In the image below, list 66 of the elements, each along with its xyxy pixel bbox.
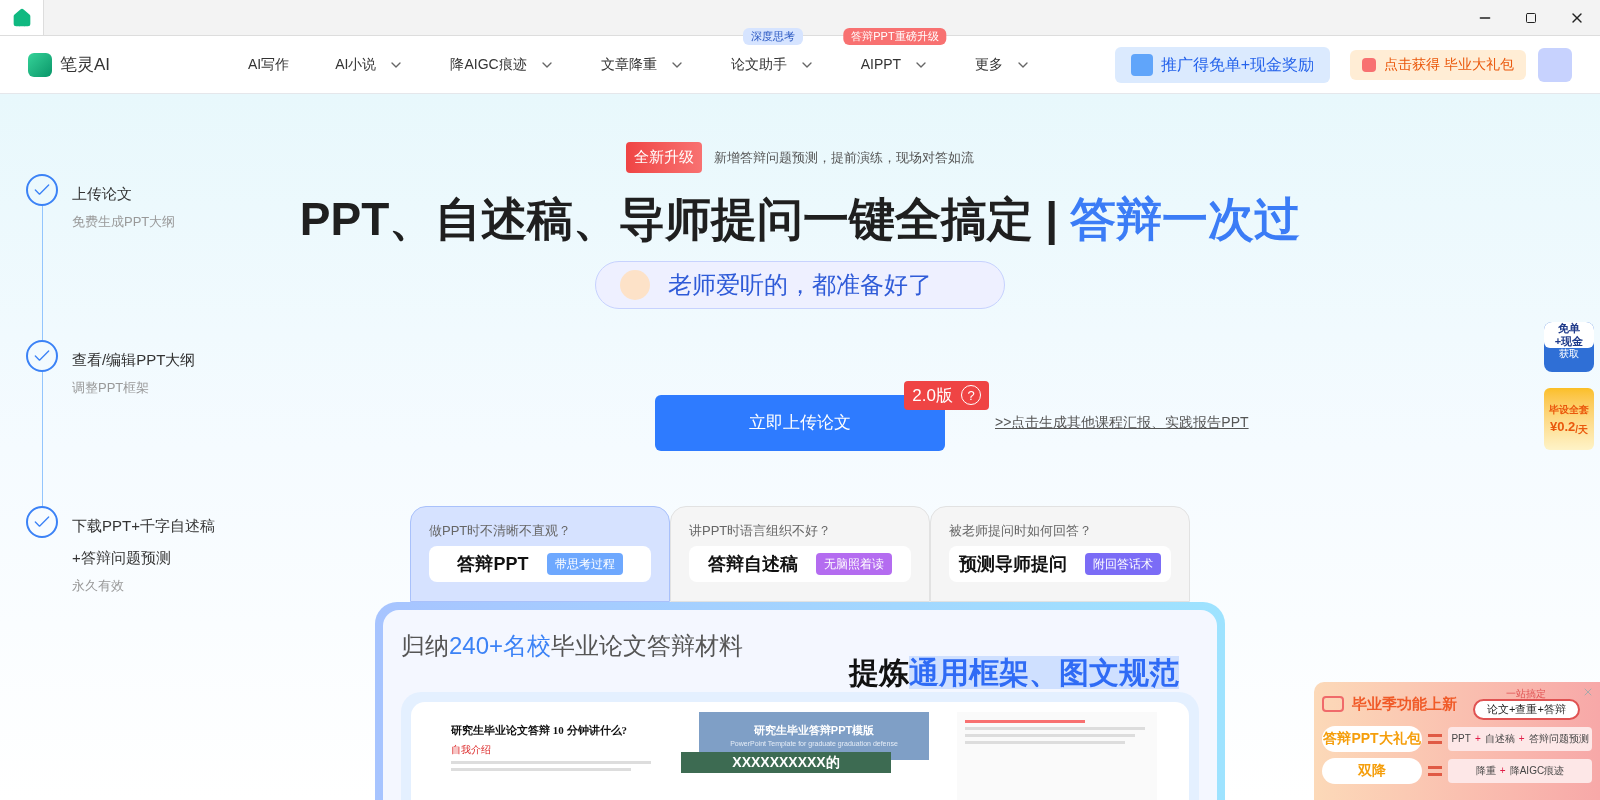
step-subtitle: 免费生成PPT大纲 [72,213,176,231]
feature-tab[interactable]: 被老师提问时如何回答？ 预测导师提问 附回答话术 [930,505,1190,602]
nav-item[interactable]: 论文助手 [730,54,815,75]
nav-item[interactable]: AI小说 [335,54,405,75]
widget-text: 免单 [1558,322,1580,335]
tab-question: 讲PPT时语言组织不好？ [689,521,833,540]
course-report-link[interactable]: >>点击生成其他课程汇报、实践报告PPT [995,412,1360,433]
heading-text: 通用框架、图文规范 [909,655,1179,689]
maximize-icon[interactable] [1525,11,1537,24]
version-badge: 2.0版 ? [904,380,989,410]
tab-tag: 无脑照着读 [816,553,892,575]
tab-title: 答辩自述稿 [708,552,798,576]
step-title: 上传论文 [72,184,133,204]
tab-title: 预测导师提问 [959,552,1067,576]
widget-text: 获取 [1559,348,1579,360]
tab-tag: 附回答话术 [1085,553,1161,575]
tab-title: 答辩PPT [457,552,529,576]
slogan-pill: 老师爱听的，都准备好了 [595,260,1005,309]
logo-text: 笔灵AI [60,53,111,76]
nav-badge: 深度思考 [742,28,803,45]
popup-combo: 论文+查重+答辩 [1473,699,1580,720]
doc-section: 自我介绍 [451,742,671,757]
equals-icon [1428,733,1442,744]
nav-badge: 答辩PPT重磅升级 [843,28,947,45]
headline-divider: | [1045,191,1059,247]
step-subtitle: 永久有效 [72,577,125,595]
heading-text: 归纳 [401,631,449,659]
doc-title: 研究生毕业论文答辩 10 分钟讲什么? [451,722,628,738]
nav-item[interactable]: 更多 [975,54,1032,75]
slide-banner: XXXXXXXXXX的 [681,751,891,773]
nav-item[interactable]: AIPPT [860,54,930,75]
feature-tab[interactable]: 讲PPT时语言组织不好？ 答辩自述稿 无脑照着读 [670,505,930,602]
logo-icon [28,52,52,77]
slide-title: 研究生毕业答辩PPT模版 [753,723,875,738]
step-title: +答辩问题预测 [72,548,172,568]
popup-tag: 双降 [1322,757,1422,784]
equals-icon [1428,765,1442,776]
tab-question: 被老师提问时如何回答？ [949,521,1093,540]
heading-text: 提炼 [849,655,909,689]
popup-tag: 答辩PPT大礼包 [1322,725,1422,752]
heading-text: 毕业论文答辩材料 [551,631,744,659]
widget-unit: /天 [1575,423,1589,437]
tab-tag: 带思考过程 [546,553,623,575]
upgrade-note: 新增答辩问题预测，提前演练，现场对答如流 [714,148,974,167]
step-title: 查看/编辑PPT大纲 [72,350,196,370]
widget-price: ¥0.2 [1549,418,1576,436]
nav-item[interactable]: 降AIGC痕迹 [450,54,555,75]
home-icon [11,7,32,28]
nav-item[interactable]: AI写作 [248,54,290,75]
popup-formula: 降重 + 降AIGC痕迹 [1448,758,1592,783]
home-tab[interactable] [0,0,44,35]
headline: PPT、自述稿、导师提问一键全搞定 [299,191,1034,247]
popup-formula: PPT + 自述稿 + 答辩问题预测 [1448,726,1592,751]
step-subtitle: 调整PPT框架 [72,379,151,397]
feature-tab[interactable]: 做PPT时不清晰不直观？ 答辩PPT 带思考过程 [410,505,670,602]
nav-item[interactable]: 文章降重 [600,54,685,75]
widget-text: +现金 [1554,335,1584,348]
heading-text: 240+名校 [449,631,552,659]
widget-text: 毕设全套 [1549,403,1589,417]
promo-button[interactable]: 推广得免单+现金奖励 [1114,46,1331,83]
upgrade-badge: 全新升级 [626,142,702,173]
tab-question: 做PPT时不清晰不直观？ [429,521,573,540]
headline-highlight: 答辩一次过 [1070,191,1301,247]
popup-title: 毕业季功能上新 [1352,693,1457,714]
step-title: 下载PPT+千字自述稿 [72,516,215,536]
free-cash-widget[interactable]: 免单 +现金 获取 [1544,322,1594,372]
